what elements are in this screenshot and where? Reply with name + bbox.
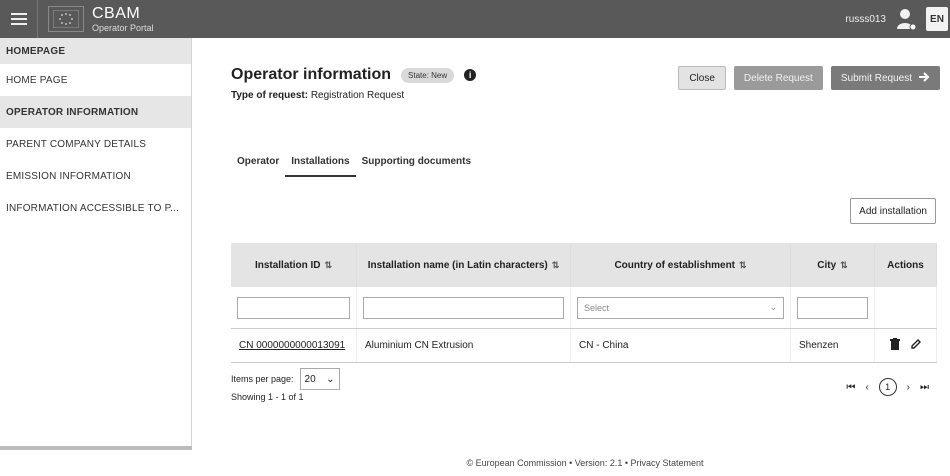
sort-icon[interactable]: ⇅	[325, 260, 333, 271]
showing-count: Showing 1 - 1 of 1	[231, 392, 304, 402]
user-icon[interactable]	[894, 5, 918, 33]
header-label: Country of establishment	[614, 259, 736, 271]
sort-icon[interactable]: ⇅	[739, 260, 747, 271]
next-page-icon[interactable]: ›	[907, 382, 910, 393]
brand-subtitle: Operator Portal	[92, 22, 154, 33]
sidebar-item-operator-information[interactable]: OPERATOR INFORMATION	[0, 96, 191, 128]
trash-icon[interactable]	[889, 338, 900, 353]
installations-table: Installation ID ⇅ Installation name (in …	[231, 243, 937, 363]
chevron-down-icon: ⌄	[326, 373, 335, 385]
sidebar-item-information-accessible[interactable]: INFORMATION ACCESSIBLE TO P...	[0, 192, 191, 224]
pager: ⏮ ‹ 1 › ⏭	[846, 378, 929, 396]
sidebar-item-homepage-header[interactable]: HOMEPAGE	[0, 38, 191, 64]
main-content: Operator information State: New i Type o…	[193, 38, 950, 450]
edit-icon[interactable]	[910, 338, 922, 353]
sidebar-item-home-page[interactable]: HOME PAGE	[0, 64, 191, 96]
status-badge: State: New	[401, 67, 455, 83]
request-type-value: Registration Request	[310, 90, 405, 101]
pagination-bar: Items per page: 20 ⌄ Showing 1 - 1 of 1 …	[231, 368, 937, 402]
header-actions: Actions	[875, 243, 937, 287]
header-installation-name[interactable]: Installation name (in Latin characters) …	[357, 243, 571, 287]
installation-name-cell: Aluminium CN Extrusion	[357, 329, 571, 362]
header-city[interactable]: City ⇅	[791, 243, 875, 287]
menu-icon[interactable]	[0, 0, 38, 38]
items-per-page-label: Items per page:	[231, 374, 294, 384]
brand-title: CBAM	[92, 4, 141, 22]
delete-request-button[interactable]: Delete Request	[733, 66, 823, 90]
sort-icon[interactable]: ⇅	[552, 260, 560, 271]
chevron-down-icon: ⌄	[769, 302, 777, 312]
filter-row: Select ⌄	[231, 287, 937, 329]
prev-page-icon[interactable]: ‹	[865, 382, 868, 393]
filter-city-input[interactable]	[797, 296, 868, 319]
items-per-page-value: 20	[304, 373, 316, 385]
arrow-right-icon	[918, 71, 930, 85]
sort-icon[interactable]: ⇅	[840, 260, 848, 271]
last-page-icon[interactable]: ⏭	[920, 382, 929, 393]
tabs: Operator Installations Supporting docume…	[231, 148, 477, 177]
add-installation-button[interactable]: Add installation	[850, 198, 936, 224]
top-bar: CBAM Operator Portal russs013 EN	[0, 0, 950, 38]
username[interactable]: russs013	[845, 14, 886, 25]
header-label: City	[817, 259, 837, 271]
submit-request-label: Submit Request	[840, 72, 912, 84]
country-cell: CN - China	[571, 329, 791, 362]
header-label: Actions	[887, 259, 924, 271]
info-icon[interactable]: i	[464, 69, 477, 81]
submit-request-button[interactable]: Submit Request	[830, 66, 940, 90]
request-type: Type of request: Registration Request	[231, 90, 404, 101]
sidebar-item-parent-company-details[interactable]: PARENT COMPANY DETAILS	[0, 128, 191, 160]
brand: CBAM Operator Portal	[92, 4, 154, 33]
eu-logo-icon	[48, 6, 84, 32]
current-page[interactable]: 1	[878, 378, 897, 396]
tab-installations[interactable]: Installations	[285, 148, 356, 177]
footer: © European Commission • Version: 2.1 • P…	[466, 458, 704, 468]
tab-operator[interactable]: Operator	[231, 148, 285, 177]
city-cell: Shenzen	[791, 329, 875, 362]
first-page-icon[interactable]: ⏮	[846, 382, 855, 393]
filter-installation-id-input[interactable]	[237, 296, 350, 319]
tab-supporting-documents[interactable]: Supporting documents	[356, 148, 477, 177]
header-label: Installation ID	[254, 259, 321, 271]
page-title: Operator information	[231, 66, 392, 83]
sidebar: HOMEPAGE HOME PAGE OPERATOR INFORMATION …	[0, 38, 192, 450]
sidebar-item-emission-information[interactable]: EMISSION INFORMATION	[0, 160, 191, 192]
header-label: Installation name (in Latin characters)	[367, 259, 548, 271]
items-per-page-select[interactable]: 20 ⌄	[299, 368, 340, 390]
installation-id-link[interactable]: CN 0000000000013091	[239, 340, 345, 351]
table-header: Installation ID ⇅ Installation name (in …	[231, 243, 937, 287]
close-button[interactable]: Close	[678, 66, 726, 90]
filter-country-placeholder: Select	[584, 302, 610, 313]
filter-country-select[interactable]: Select ⌄	[577, 296, 784, 319]
table-row: CN 0000000000013091 Aluminium CN Extrusi…	[231, 329, 937, 363]
filter-installation-name-input[interactable]	[363, 296, 564, 319]
language-selector[interactable]: EN	[926, 7, 948, 31]
header-country[interactable]: Country of establishment ⇅	[571, 243, 791, 287]
request-type-label: Type of request:	[231, 90, 309, 101]
header-installation-id[interactable]: Installation ID ⇅	[231, 243, 357, 287]
